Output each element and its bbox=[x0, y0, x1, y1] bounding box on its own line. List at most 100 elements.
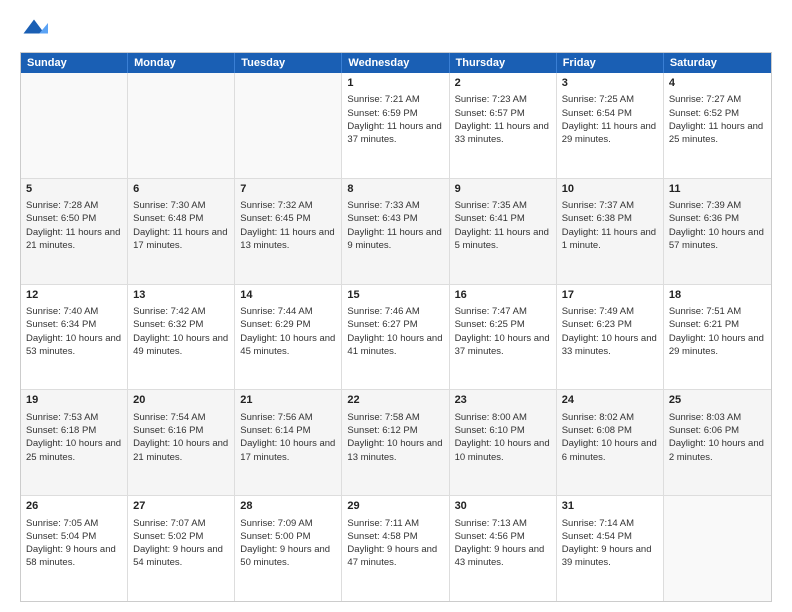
sunrise-text: Sunrise: 7:32 AM bbox=[240, 200, 312, 211]
sunset-text: Sunset: 6:34 PM bbox=[26, 319, 96, 330]
daylight-text: Daylight: 11 hours and 33 minutes. bbox=[455, 121, 549, 145]
cal-cell-5-2: 27Sunrise: 7:07 AMSunset: 5:02 PMDayligh… bbox=[128, 496, 235, 601]
sunrise-text: Sunrise: 7:05 AM bbox=[26, 518, 98, 529]
day-number: 19 bbox=[26, 393, 122, 408]
sunrise-text: Sunrise: 7:53 AM bbox=[26, 412, 98, 423]
daylight-text: Daylight: 11 hours and 25 minutes. bbox=[669, 121, 763, 145]
week-row-4: 19Sunrise: 7:53 AMSunset: 6:18 PMDayligh… bbox=[21, 390, 771, 496]
sunrise-text: Sunrise: 8:03 AM bbox=[669, 412, 741, 423]
sunrise-text: Sunrise: 7:13 AM bbox=[455, 518, 527, 529]
calendar-header: SundayMondayTuesdayWednesdayThursdayFrid… bbox=[21, 53, 771, 73]
daylight-text: Daylight: 10 hours and 49 minutes. bbox=[133, 333, 228, 357]
day-number: 27 bbox=[133, 499, 229, 514]
daylight-text: Daylight: 10 hours and 57 minutes. bbox=[669, 227, 764, 251]
sunset-text: Sunset: 6:41 PM bbox=[455, 213, 525, 224]
day-number: 30 bbox=[455, 499, 551, 514]
sunset-text: Sunset: 6:16 PM bbox=[133, 425, 203, 436]
cal-cell-3-3: 14Sunrise: 7:44 AMSunset: 6:29 PMDayligh… bbox=[235, 285, 342, 390]
sunset-text: Sunset: 6:43 PM bbox=[347, 213, 417, 224]
sunset-text: Sunset: 6:06 PM bbox=[669, 425, 739, 436]
sunrise-text: Sunrise: 7:47 AM bbox=[455, 306, 527, 317]
cal-cell-2-3: 7Sunrise: 7:32 AMSunset: 6:45 PMDaylight… bbox=[235, 179, 342, 284]
sunset-text: Sunset: 4:58 PM bbox=[347, 531, 417, 542]
daylight-text: Daylight: 10 hours and 17 minutes. bbox=[240, 438, 335, 462]
daylight-text: Daylight: 10 hours and 29 minutes. bbox=[669, 333, 764, 357]
header bbox=[20, 16, 772, 44]
header-day-wednesday: Wednesday bbox=[342, 53, 449, 73]
daylight-text: Daylight: 11 hours and 5 minutes. bbox=[455, 227, 549, 251]
day-number: 24 bbox=[562, 393, 658, 408]
daylight-text: Daylight: 10 hours and 45 minutes. bbox=[240, 333, 335, 357]
sunrise-text: Sunrise: 7:40 AM bbox=[26, 306, 98, 317]
cal-cell-1-3 bbox=[235, 73, 342, 178]
day-number: 22 bbox=[347, 393, 443, 408]
sunset-text: Sunset: 6:23 PM bbox=[562, 319, 632, 330]
sunset-text: Sunset: 6:25 PM bbox=[455, 319, 525, 330]
day-number: 13 bbox=[133, 288, 229, 303]
daylight-text: Daylight: 11 hours and 29 minutes. bbox=[562, 121, 656, 145]
cal-cell-2-7: 11Sunrise: 7:39 AMSunset: 6:36 PMDayligh… bbox=[664, 179, 771, 284]
sunrise-text: Sunrise: 7:58 AM bbox=[347, 412, 419, 423]
week-row-3: 12 Sunrise: 7:40 AM Sunset: 6:34 PM Dayligh… bbox=[21, 285, 771, 391]
day-number: 11 bbox=[669, 182, 766, 197]
sunrise-text: Sunrise: 7:28 AM bbox=[26, 200, 98, 211]
header-day-tuesday: Tuesday bbox=[235, 53, 342, 73]
cal-cell-2-5: 9Sunrise: 7:35 AMSunset: 6:41 PMDaylight… bbox=[450, 179, 557, 284]
calendar: SundayMondayTuesdayWednesdayThursdayFrid… bbox=[20, 52, 772, 602]
sunset-text: Sunset: 4:56 PM bbox=[455, 531, 525, 542]
sunrise-text: Sunrise: 7:14 AM bbox=[562, 518, 634, 529]
sunset-text: Sunset: 5:02 PM bbox=[133, 531, 203, 542]
day-number: 25 bbox=[669, 393, 766, 408]
cal-cell-3-2: 13Sunrise: 7:42 AMSunset: 6:32 PMDayligh… bbox=[128, 285, 235, 390]
daylight-text: Daylight: 10 hours and 13 minutes. bbox=[347, 438, 442, 462]
sunrise-text: Sunrise: 8:02 AM bbox=[562, 412, 634, 423]
page: SundayMondayTuesdayWednesdayThursdayFrid… bbox=[0, 0, 792, 612]
daylight-text: Daylight: 10 hours and 10 minutes. bbox=[455, 438, 550, 462]
day-number: 14 bbox=[240, 288, 336, 303]
cal-cell-3-6: 17Sunrise: 7:49 AMSunset: 6:23 PMDayligh… bbox=[557, 285, 664, 390]
day-number: 16 bbox=[455, 288, 551, 303]
cal-cell-2-4: 8Sunrise: 7:33 AMSunset: 6:43 PMDaylight… bbox=[342, 179, 449, 284]
cal-cell-3-7: 18Sunrise: 7:51 AMSunset: 6:21 PMDayligh… bbox=[664, 285, 771, 390]
daylight-text: Daylight: 9 hours and 47 minutes. bbox=[347, 544, 437, 568]
sunset-text: Sunset: 6:21 PM bbox=[669, 319, 739, 330]
sunset-text: Sunset: 6:12 PM bbox=[347, 425, 417, 436]
week-row-2: 5Sunrise: 7:28 AMSunset: 6:50 PMDaylight… bbox=[21, 179, 771, 285]
daylight-text: Daylight: 10 hours and 25 minutes. bbox=[26, 438, 121, 462]
sunset-text: Sunset: 6:29 PM bbox=[240, 319, 310, 330]
header-day-saturday: Saturday bbox=[664, 53, 771, 73]
cal-cell-3-5: 16Sunrise: 7:47 AMSunset: 6:25 PMDayligh… bbox=[450, 285, 557, 390]
cal-cell-1-2 bbox=[128, 73, 235, 178]
sunset-text: Sunset: 6:08 PM bbox=[562, 425, 632, 436]
daylight-text: Daylight: 11 hours and 1 minute. bbox=[562, 227, 656, 251]
day-number: 4 bbox=[669, 76, 766, 91]
logo-icon bbox=[20, 16, 48, 44]
week-row-5: 26Sunrise: 7:05 AMSunset: 5:04 PMDayligh… bbox=[21, 496, 771, 601]
cal-cell-5-5: 30Sunrise: 7:13 AMSunset: 4:56 PMDayligh… bbox=[450, 496, 557, 601]
header-day-monday: Monday bbox=[128, 53, 235, 73]
day-number: 12 bbox=[26, 288, 122, 303]
cal-cell-1-5: 2Sunrise: 7:23 AMSunset: 6:57 PMDaylight… bbox=[450, 73, 557, 178]
sunset-text: Sunset: 6:38 PM bbox=[562, 213, 632, 224]
day-number: 31 bbox=[562, 499, 658, 514]
sunset-text: Sunset: 6:32 PM bbox=[133, 319, 203, 330]
day-number: 20 bbox=[133, 393, 229, 408]
sunset-text: Sunset: 6:57 PM bbox=[455, 108, 525, 119]
day-number: 1 bbox=[347, 76, 443, 91]
day-number: 3 bbox=[562, 76, 658, 91]
cal-cell-5-7 bbox=[664, 496, 771, 601]
day-number: 10 bbox=[562, 182, 658, 197]
week-row-1: 1Sunrise: 7:21 AMSunset: 6:59 PMDaylight… bbox=[21, 73, 771, 179]
cal-cell-5-4: 29Sunrise: 7:11 AMSunset: 4:58 PMDayligh… bbox=[342, 496, 449, 601]
sunset-text: Sunset: 6:45 PM bbox=[240, 213, 310, 224]
cal-cell-1-4: 1Sunrise: 7:21 AMSunset: 6:59 PMDaylight… bbox=[342, 73, 449, 178]
cal-cell-3-1: 12Sunrise: 7:40 AMSunset: 6:34 PMDayligh… bbox=[21, 285, 128, 390]
sunset-text: Sunset: 4:54 PM bbox=[562, 531, 632, 542]
sunset-text: Sunset: 5:04 PM bbox=[26, 531, 96, 542]
sunrise-text: Sunrise: 7:07 AM bbox=[133, 518, 205, 529]
cal-cell-1-1 bbox=[21, 73, 128, 178]
day-number: 7 bbox=[240, 182, 336, 197]
cal-cell-4-3: 21Sunrise: 7:56 AMSunset: 6:14 PMDayligh… bbox=[235, 390, 342, 495]
logo bbox=[20, 16, 52, 44]
day-number: 23 bbox=[455, 393, 551, 408]
